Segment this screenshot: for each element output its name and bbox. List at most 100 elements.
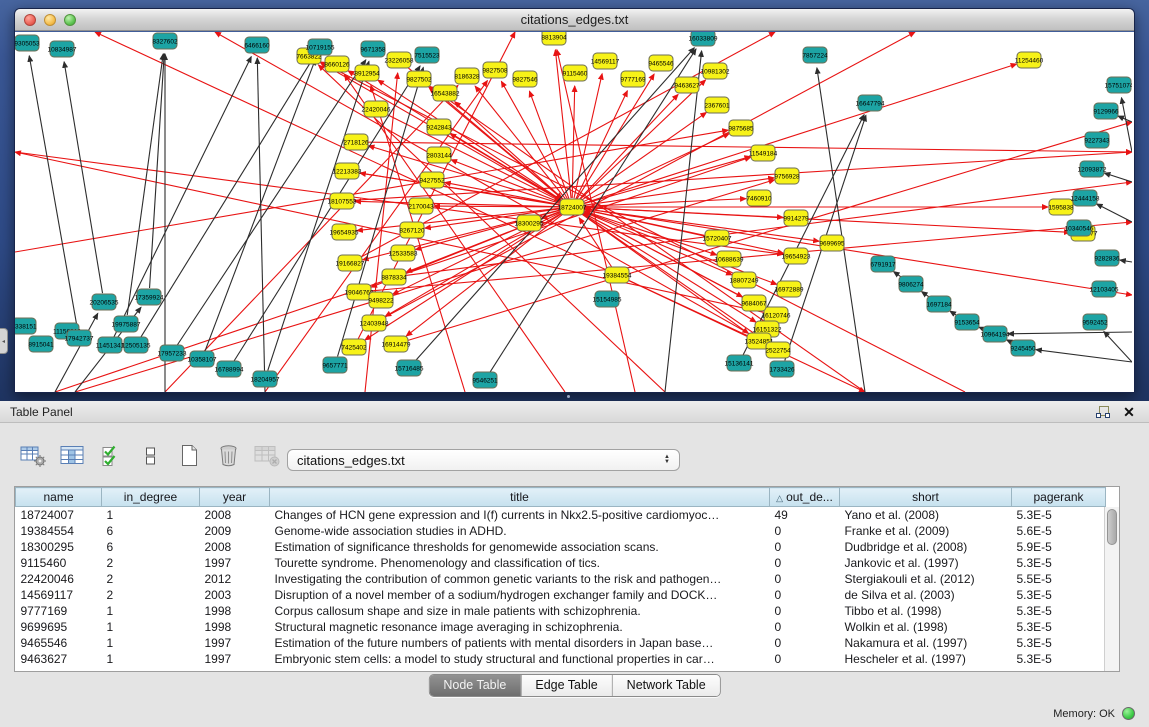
graph-node[interactable]: 15154985 (593, 291, 622, 307)
graph-node[interactable]: 10719155 (306, 39, 335, 55)
graph-node[interactable]: 9777169 (620, 71, 646, 87)
graph-node[interactable]: 16033809 (689, 32, 718, 46)
column-header-name[interactable]: name (16, 488, 102, 507)
float-panel-button[interactable] (1093, 404, 1113, 420)
close-panel-button[interactable]: ✕ (1119, 404, 1139, 420)
graph-node[interactable]: 7460910 (746, 190, 772, 206)
graph-node[interactable]: 20206535 (90, 294, 119, 310)
graph-node[interactable]: 15136141 (725, 355, 754, 371)
table-row[interactable]: 2242004622012Investigating the contribut… (16, 571, 1106, 587)
graph-node[interactable]: 19975887 (112, 316, 141, 332)
graph-node[interactable]: 12505135 (122, 337, 151, 353)
graph-node[interactable]: 19166827 (336, 255, 365, 271)
table-row[interactable]: 946362711997Embryonic stem cells: a mode… (16, 651, 1106, 667)
graph-node[interactable]: 6466160 (244, 37, 270, 53)
graph-node[interactable]: 12093872 (1078, 161, 1107, 177)
graph-node[interactable]: 10964194 (981, 326, 1010, 342)
tab-network-table[interactable]: Network Table (612, 675, 720, 696)
graph-node[interactable]: 10834987 (48, 41, 77, 57)
graph-node[interactable]: 15751074 (1105, 77, 1132, 93)
graph-node[interactable]: 9756928 (774, 168, 800, 184)
graph-node[interactable]: 1697184 (926, 296, 952, 312)
graph-node[interactable]: 8915041 (28, 336, 54, 352)
graph-node[interactable]: 9684067 (741, 295, 767, 311)
column-header-pagerank[interactable]: pagerank (1012, 488, 1106, 507)
table-row[interactable]: 1872400712008Changes of HCN gene express… (16, 507, 1106, 523)
select-columns-button[interactable] (96, 443, 126, 473)
graph-node[interactable]: 16972889 (775, 281, 804, 297)
graph-node[interactable]: 15720407 (703, 230, 732, 246)
network-canvas[interactable]: 18724007 18300295 19384554 22420046 2718126 1… (15, 32, 1134, 392)
graph-node[interactable]: 9875685 (728, 120, 754, 136)
graph-node[interactable]: 9245450 (1010, 340, 1036, 356)
graph-node[interactable]: 12533583 (389, 245, 418, 261)
graph-node[interactable]: 7425402 (341, 339, 367, 355)
graph-node[interactable]: 15716485 (395, 360, 424, 376)
graph-node[interactable]: 9115460 (563, 65, 588, 81)
graph-node[interactable]: 9657771 (322, 357, 348, 373)
graph-node[interactable]: 2718126 (343, 134, 369, 150)
show-columns-button[interactable] (57, 443, 87, 473)
graph-node[interactable]: 10688639 (715, 251, 744, 267)
graph-node[interactable]: 8267120 (399, 222, 425, 238)
graph-node[interactable]: 10981302 (701, 63, 730, 79)
graph-node[interactable]: 9129966 (1093, 103, 1119, 119)
graph-node[interactable]: 8878334 (381, 269, 407, 285)
graph-node[interactable]: 9671358 (360, 41, 386, 57)
graph-node[interactable]: 12213383 (333, 163, 362, 179)
collapsed-panel-handle[interactable]: ◂ (0, 328, 8, 354)
table-row[interactable]: 1456911722003Disruption of a novel membe… (16, 587, 1106, 603)
graph-node[interactable]: 23226058 (385, 52, 414, 68)
graph-node[interactable]: 22420046 (362, 101, 391, 117)
graph-node[interactable]: 18300295 (515, 215, 544, 231)
table-row[interactable]: 946554611997Estimation of the future num… (16, 635, 1106, 651)
graph-node[interactable]: 12444158 (1071, 190, 1100, 206)
table-row[interactable]: 911546021997Tourette syndrome. Phenomeno… (16, 555, 1106, 571)
graph-node[interactable]: 17957233 (158, 345, 187, 361)
close-window-button[interactable] (24, 14, 36, 26)
graph-node[interactable]: 9282836 (1094, 250, 1120, 266)
graph-node[interactable]: 8912954 (354, 65, 380, 81)
graph-node[interactable]: 9153654 (954, 314, 980, 330)
table-row[interactable]: 969969511998Structural magnetic resonanc… (16, 619, 1106, 635)
graph-node[interactable]: 10358107 (188, 351, 217, 367)
graph-node[interactable]: 11549184 (749, 145, 778, 161)
memory-status-indicator[interactable] (1122, 707, 1135, 720)
graph-node[interactable]: 9827502 (406, 71, 432, 87)
graph-node[interactable]: 9305053 (15, 35, 40, 51)
tab-edge-table[interactable]: Edge Table (520, 675, 611, 696)
graph-node[interactable]: 12403948 (360, 315, 389, 331)
graph-node[interactable]: 18807249 (730, 272, 759, 288)
graph-node[interactable]: 10340546 (1065, 220, 1094, 236)
column-header-title[interactable]: title (270, 488, 770, 507)
splitter-grip[interactable] (566, 394, 580, 400)
graph-node[interactable]: 1733426 (769, 361, 795, 377)
table-selector[interactable]: citations_edges.txt ▲▼ (287, 449, 680, 471)
graph-node[interactable]: 9227343 (1084, 132, 1110, 148)
graph-node[interactable]: 9465546 (648, 55, 674, 71)
column-header-short[interactable]: short (840, 488, 1012, 507)
column-header-out-de-[interactable]: △out_de... (770, 488, 840, 507)
graph-node[interactable]: 12103405 (1090, 281, 1119, 297)
graph-node[interactable]: 6791917 (870, 256, 896, 272)
graph-node[interactable]: 8327602 (152, 33, 178, 49)
graph-node[interactable]: 7857224 (802, 47, 828, 63)
graph-node[interactable]: 9827546 (512, 71, 538, 87)
graph-node[interactable]: 16647794 (856, 95, 885, 111)
minimize-window-button[interactable] (44, 14, 56, 26)
graph-node[interactable]: 9463627 (674, 77, 700, 93)
graph-node[interactable]: 17942737 (65, 330, 94, 346)
graph-node[interactable]: 9699695 (819, 235, 845, 251)
graph-node[interactable]: 19384554 (603, 267, 632, 283)
graph-node[interactable]: 8660126 (324, 56, 350, 72)
graph-node[interactable]: 9338151 (15, 318, 37, 334)
graph-node[interactable]: 18724007 (558, 199, 587, 215)
graph-node[interactable]: 9427552 (419, 172, 445, 188)
graph-node[interactable]: 19654923 (782, 248, 811, 264)
graph-node[interactable]: 19654935 (330, 224, 359, 240)
table-vertical-scrollbar[interactable] (1104, 507, 1119, 671)
column-settings-button[interactable] (18, 443, 48, 473)
tab-node-table[interactable]: Node Table (429, 675, 520, 696)
graph-node[interactable]: 18107553 (328, 193, 357, 209)
graph-node[interactable]: 2522754 (765, 342, 791, 358)
